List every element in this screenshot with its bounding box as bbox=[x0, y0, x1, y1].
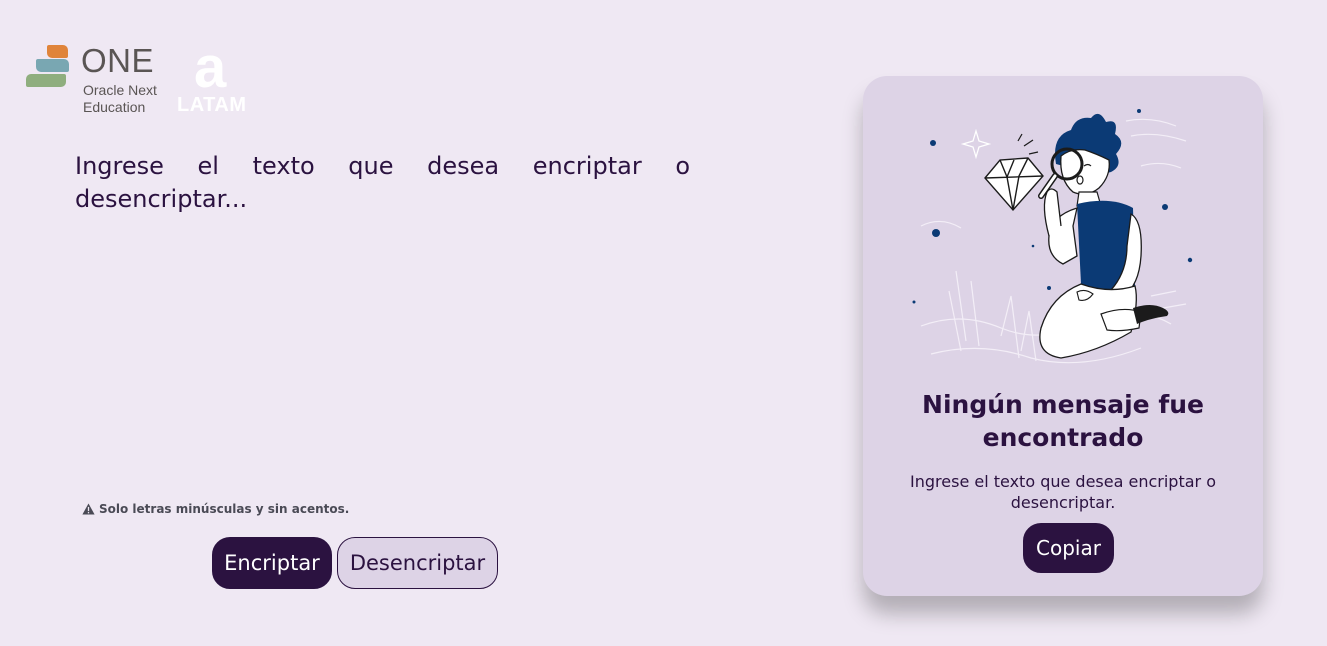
encrypt-button[interactable]: Encriptar bbox=[212, 537, 332, 589]
copy-button[interactable]: Copiar bbox=[1023, 523, 1114, 573]
alura-logo-word: LATAM bbox=[177, 94, 247, 116]
input-hint: Solo letras minúsculas y sin acentos. bbox=[82, 502, 349, 516]
one-logo-bar-blue bbox=[36, 59, 69, 72]
alura-logo-mark: a bbox=[194, 35, 227, 100]
result-panel: Ningún mensaje fue encontrado Ingrese el… bbox=[863, 76, 1263, 596]
one-logo: ONE Oracle Next Education bbox=[26, 42, 166, 120]
message-input[interactable] bbox=[75, 150, 690, 470]
alura-latam-logo: a LATAM bbox=[176, 35, 252, 120]
one-logo-mark bbox=[26, 44, 72, 90]
decrypt-button[interactable]: Desencriptar bbox=[337, 537, 498, 589]
warning-icon bbox=[82, 503, 95, 515]
one-logo-bar-orange bbox=[47, 45, 68, 58]
input-hint-text: Solo letras minúsculas y sin acentos. bbox=[99, 502, 350, 516]
one-logo-bar-green bbox=[26, 74, 66, 87]
person-magnifying-glass-illustration bbox=[912, 109, 1193, 364]
one-logo-subtitle-line1: Oracle Next bbox=[83, 82, 157, 98]
result-title: Ningún mensaje fue encontrado bbox=[922, 390, 1204, 452]
one-logo-subtitle: Oracle Next Education bbox=[83, 82, 157, 116]
one-logo-subtitle-line2: Education bbox=[83, 99, 146, 115]
result-message: Ingrese el texto que desea encriptar o d… bbox=[910, 472, 1216, 512]
one-logo-title: ONE bbox=[81, 42, 155, 79]
